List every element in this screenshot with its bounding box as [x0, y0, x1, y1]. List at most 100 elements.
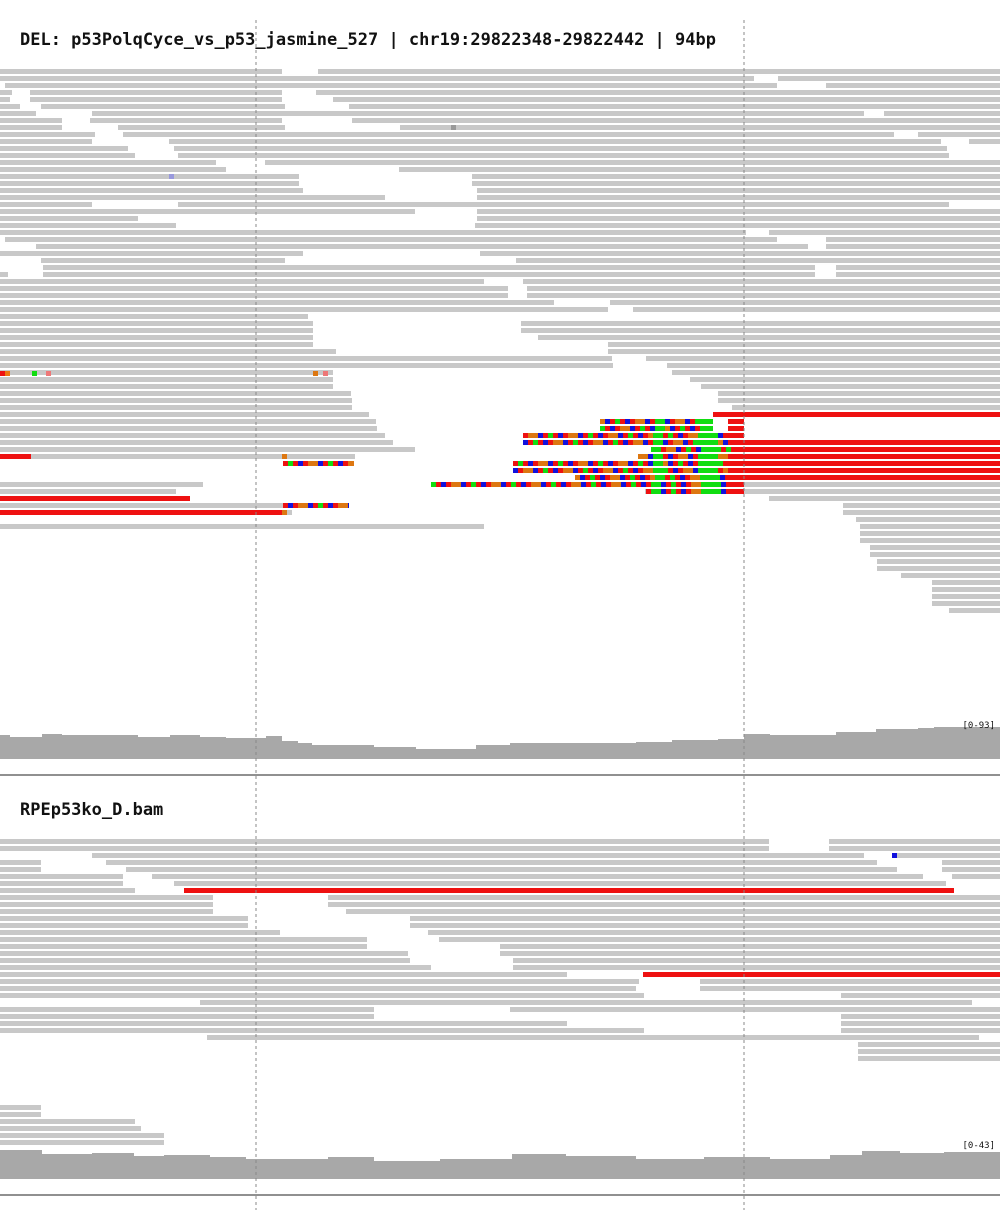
aligned-read[interactable]: [521, 321, 1000, 326]
aligned-read[interactable]: [700, 986, 1000, 991]
aligned-read[interactable]: [0, 440, 393, 445]
aligned-read[interactable]: [877, 566, 1000, 571]
aligned-read[interactable]: [0, 195, 385, 200]
aligned-read[interactable]: [0, 447, 415, 452]
aligned-read[interactable]: [0, 1021, 567, 1026]
aligned-read[interactable]: [667, 363, 1000, 368]
aligned-read[interactable]: [0, 916, 248, 921]
aligned-read[interactable]: [633, 307, 1000, 312]
aligned-read[interactable]: [884, 111, 1000, 116]
aligned-read[interactable]: [836, 272, 1000, 277]
deletion-read[interactable]: [0, 496, 190, 501]
aligned-read[interactable]: [870, 552, 1000, 557]
aligned-read[interactable]: [769, 496, 1000, 501]
aligned-read[interactable]: [41, 104, 285, 109]
aligned-read[interactable]: [178, 202, 949, 207]
aligned-read[interactable]: [152, 874, 923, 879]
aligned-read[interactable]: [0, 881, 123, 886]
aligned-read[interactable]: [480, 251, 1000, 256]
aligned-read[interactable]: [700, 979, 1000, 984]
aligned-read[interactable]: [0, 1014, 374, 1019]
aligned-read[interactable]: [174, 881, 946, 886]
aligned-read[interactable]: [513, 965, 1000, 970]
aligned-read[interactable]: [0, 482, 203, 487]
aligned-read[interactable]: [0, 363, 613, 368]
aligned-read[interactable]: [516, 258, 1000, 263]
aligned-read[interactable]: [0, 181, 299, 186]
aligned-read[interactable]: [0, 223, 176, 228]
aligned-read[interactable]: [0, 1112, 41, 1117]
aligned-read[interactable]: [0, 1105, 41, 1110]
aligned-read[interactable]: [90, 118, 282, 123]
aligned-read[interactable]: [527, 293, 1000, 298]
aligned-read[interactable]: [0, 524, 484, 529]
aligned-read[interactable]: [328, 895, 1000, 900]
aligned-read[interactable]: [399, 167, 1000, 172]
aligned-read[interactable]: [0, 328, 313, 333]
aligned-read[interactable]: [178, 153, 949, 158]
aligned-read[interactable]: [0, 972, 567, 977]
aligned-read[interactable]: [0, 986, 636, 991]
deletion-read[interactable]: [713, 412, 1000, 417]
aligned-read[interactable]: [106, 860, 877, 865]
aligned-read[interactable]: [0, 335, 313, 340]
aligned-read[interactable]: [870, 545, 1000, 550]
aligned-read[interactable]: [0, 307, 608, 312]
aligned-read[interactable]: [897, 853, 1000, 858]
aligned-read[interactable]: [0, 314, 308, 319]
aligned-read[interactable]: [0, 895, 213, 900]
aligned-read[interactable]: [932, 601, 1000, 606]
aligned-read[interactable]: [732, 405, 1000, 410]
aligned-read[interactable]: [513, 958, 1000, 963]
deletion-read[interactable]: [728, 447, 1000, 452]
aligned-read[interactable]: [0, 104, 20, 109]
aligned-read[interactable]: [856, 517, 1000, 522]
aligned-read[interactable]: [0, 937, 367, 942]
aligned-read[interactable]: [0, 839, 769, 844]
aligned-read[interactable]: [349, 104, 1000, 109]
aligned-read[interactable]: [0, 286, 508, 291]
aligned-read[interactable]: [0, 132, 95, 137]
aligned-read[interactable]: [510, 1007, 1000, 1012]
aligned-read[interactable]: [0, 930, 280, 935]
aligned-read[interactable]: [410, 916, 1000, 921]
aligned-read[interactable]: [0, 405, 352, 410]
aligned-read[interactable]: [346, 909, 1000, 914]
aligned-read[interactable]: [0, 293, 508, 298]
panel-2-reads[interactable]: [0, 839, 1000, 1145]
aligned-read[interactable]: [769, 230, 1000, 235]
aligned-read[interactable]: [952, 874, 1000, 879]
aligned-read[interactable]: [0, 1007, 374, 1012]
aligned-read[interactable]: [860, 531, 1000, 536]
aligned-read[interactable]: [0, 958, 410, 963]
aligned-read[interactable]: [538, 335, 1000, 340]
aligned-read[interactable]: [942, 860, 1000, 865]
deletion-read[interactable]: [728, 440, 1000, 445]
aligned-read[interactable]: [207, 1035, 979, 1040]
aligned-read[interactable]: [0, 69, 282, 74]
aligned-read[interactable]: [174, 146, 947, 151]
aligned-read[interactable]: [608, 349, 1000, 354]
aligned-read[interactable]: [932, 587, 1000, 592]
deletion-read[interactable]: [728, 419, 744, 424]
aligned-read[interactable]: [472, 181, 1000, 186]
aligned-read[interactable]: [860, 524, 1000, 529]
aligned-read[interactable]: [265, 160, 1000, 165]
aligned-read[interactable]: [701, 384, 1000, 389]
aligned-read[interactable]: [0, 279, 484, 284]
aligned-read[interactable]: [500, 944, 1000, 949]
aligned-read[interactable]: [0, 230, 746, 235]
aligned-read[interactable]: [0, 860, 41, 865]
aligned-read[interactable]: [949, 608, 1000, 613]
aligned-read[interactable]: [0, 874, 123, 879]
aligned-read[interactable]: [0, 167, 226, 172]
aligned-read[interactable]: [672, 370, 1000, 375]
aligned-read[interactable]: [841, 993, 1000, 998]
aligned-read[interactable]: [41, 258, 285, 263]
alignment-view[interactable]: [0, 0, 1000, 1230]
aligned-read[interactable]: [0, 846, 769, 851]
aligned-read[interactable]: [169, 139, 941, 144]
aligned-read[interactable]: [118, 125, 285, 130]
aligned-read[interactable]: [858, 1056, 1000, 1061]
aligned-read[interactable]: [200, 1000, 972, 1005]
